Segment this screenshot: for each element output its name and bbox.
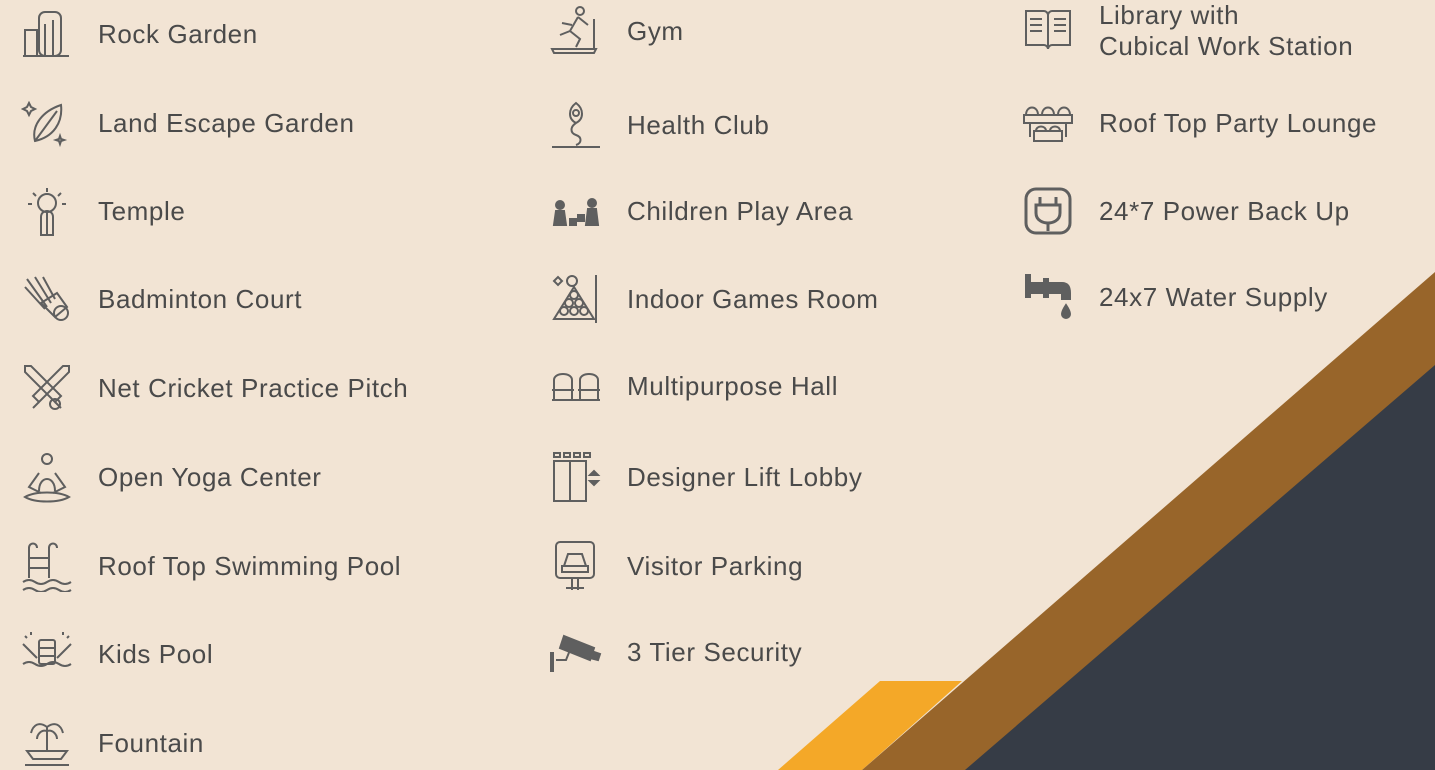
amenity-library: Library with Cubical Work Station [1022, 0, 1353, 62]
amenity-label: Temple [98, 195, 186, 226]
amenity-label: Land Escape Garden [98, 107, 355, 138]
amenity-indoor-games: Indoor Games Room [550, 273, 879, 325]
amenity-label: Designer Lift Lobby [627, 461, 863, 492]
amenity-children-play: Children Play Area [550, 185, 853, 237]
praying-hands-icon [21, 185, 73, 237]
amenity-health-club: Health Club [550, 99, 769, 151]
elevator-icon [550, 451, 602, 503]
amenity-label: Gym [627, 15, 684, 46]
amenity-label-line2: Cubical Work Station [1099, 31, 1354, 61]
shuttlecock-icon [21, 273, 73, 325]
amenity-label: Multipurpose Hall [627, 370, 839, 401]
amenity-label: Rock Garden [98, 18, 258, 49]
kids-pool-icon [21, 628, 73, 680]
amenity-badminton-court: Badminton Court [21, 273, 302, 325]
amenity-label-line1: Library with [1099, 0, 1240, 30]
amenity-fountain: Fountain [21, 717, 204, 769]
amenity-multipurpose-hall: Multipurpose Hall [550, 360, 838, 412]
amenity-label: 24x7 Water Supply [1099, 281, 1328, 312]
amenity-designer-lift-lobby: Designer Lift Lobby [550, 451, 862, 503]
water-tap-icon [1022, 271, 1074, 323]
amenity-roof-top-pool: Roof Top Swimming Pool [21, 540, 401, 592]
amenity-water-supply: 24x7 Water Supply [1022, 271, 1328, 323]
billiards-icon [550, 273, 602, 325]
children-play-icon [550, 185, 602, 237]
amenity-temple: Temple [21, 185, 185, 237]
amenity-kids-pool: Kids Pool [21, 628, 213, 680]
rock-garden-icon [21, 8, 73, 60]
cricket-bats-icon [21, 362, 73, 414]
amenity-power-back-up: 24*7 Power Back Up [1022, 185, 1350, 237]
amenity-label: 3 Tier Security [627, 636, 803, 667]
fountain-icon [21, 717, 73, 769]
amenity-label: Health Club [627, 109, 770, 140]
book-icon [1022, 5, 1074, 57]
hall-seats-icon [550, 360, 602, 412]
amenity-open-yoga: Open Yoga Center [21, 451, 322, 503]
amenity-label: Kids Pool [98, 638, 214, 669]
amenity-rock-garden: Rock Garden [21, 8, 258, 60]
amenity-label: Badminton Court [98, 283, 303, 314]
leaf-sparkle-icon [21, 97, 73, 149]
amenity-visitor-parking: Visitor Parking [550, 540, 803, 592]
amenity-net-cricket: Net Cricket Practice Pitch [21, 362, 408, 414]
amenity-label: Roof Top Party Lounge [1099, 107, 1378, 138]
amenity-land-escape-garden: Land Escape Garden [21, 97, 355, 149]
treadmill-icon [550, 5, 602, 57]
pool-ladder-icon [21, 540, 73, 592]
lounge-seats-icon [1022, 97, 1074, 149]
amenity-label: Open Yoga Center [98, 461, 322, 492]
amenity-label: Roof Top Swimming Pool [98, 550, 402, 581]
amenity-label: Fountain [98, 727, 204, 758]
power-plug-icon [1022, 185, 1074, 237]
amenity-gym: Gym [550, 5, 684, 57]
amenity-label: Visitor Parking [627, 550, 804, 581]
amenity-label: 24*7 Power Back Up [1099, 195, 1350, 226]
amenity-label-multiline: Library with Cubical Work Station [1099, 0, 1353, 62]
amenity-roof-top-party-lounge: Roof Top Party Lounge [1022, 97, 1377, 149]
amenity-3-tier-security: 3 Tier Security [550, 626, 802, 678]
cctv-camera-icon [550, 626, 602, 678]
health-club-icon [550, 99, 602, 151]
amenity-label: Children Play Area [627, 195, 854, 226]
dark-corner [965, 365, 1435, 770]
amenity-label: Indoor Games Room [627, 283, 879, 314]
parking-sign-icon [550, 540, 602, 592]
amenity-label: Net Cricket Practice Pitch [98, 372, 409, 403]
yoga-pose-icon [21, 451, 73, 503]
